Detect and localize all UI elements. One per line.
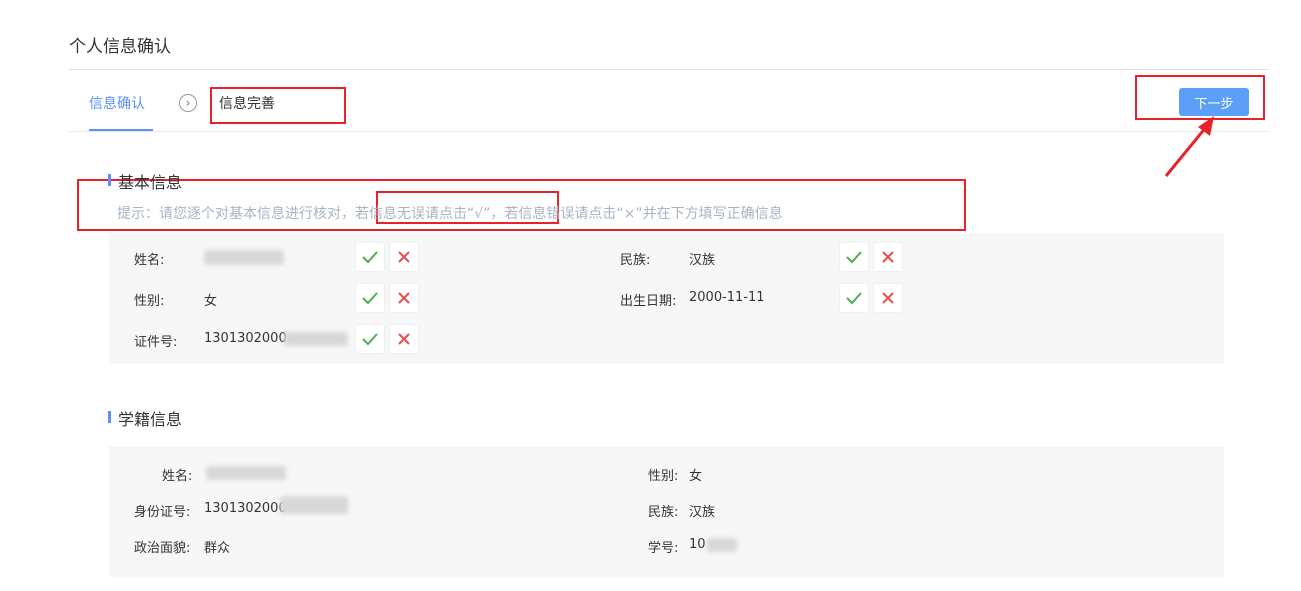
annotation-arrow	[1164, 116, 1214, 177]
reject-name-button[interactable]	[390, 243, 418, 271]
chevron-right-icon: ›	[179, 94, 197, 112]
hint-text: 提示：请您逐个对基本信息进行核对，若信息无误请点击“√”，若信息错误请点击“×”…	[117, 206, 783, 222]
confirm-name-button[interactable]	[356, 243, 384, 271]
school-value-id-number: 1301302000	[204, 501, 287, 516]
check-icon	[362, 333, 378, 346]
reject-birthdate-button[interactable]	[874, 284, 902, 312]
id-number-redacted	[284, 332, 348, 346]
check-icon	[846, 292, 862, 305]
field-value-gender: 女	[204, 294, 218, 309]
confirm-gender-button[interactable]	[356, 284, 384, 312]
school-info-title: 学籍信息	[118, 410, 183, 429]
reject-gender-button[interactable]	[390, 284, 418, 312]
school-name-redacted	[206, 466, 286, 480]
annotation-box-tab	[210, 87, 346, 124]
school-label-id-number: 身份证号:	[134, 505, 191, 520]
school-value-student-number: 10	[689, 537, 706, 552]
tabs-divider	[69, 131, 1269, 132]
tab-info-confirm[interactable]: 信息确认	[89, 93, 145, 113]
school-value-gender: 女	[689, 469, 703, 484]
reject-id-button[interactable]	[390, 325, 418, 353]
school-label-student-number: 学号:	[648, 541, 679, 556]
school-label-ethnicity: 民族:	[648, 505, 679, 520]
section-marker	[108, 174, 111, 186]
school-value-ethnicity: 汉族	[689, 505, 716, 520]
reject-ethnicity-button[interactable]	[874, 243, 902, 271]
school-label-political-status: 政治面貌:	[134, 541, 191, 556]
school-label-name: 姓名:	[162, 469, 193, 484]
title-divider	[69, 69, 1269, 70]
close-icon	[882, 292, 894, 304]
school-value-political-status: 群众	[204, 541, 231, 556]
confirm-birthdate-button[interactable]	[840, 284, 868, 312]
close-icon	[398, 292, 410, 304]
section-marker	[108, 411, 111, 423]
field-value-ethnicity: 汉族	[689, 253, 716, 268]
school-label-gender: 性别:	[648, 469, 679, 484]
student-number-redacted	[707, 538, 737, 552]
check-icon	[362, 251, 378, 264]
close-icon	[398, 333, 410, 345]
confirm-ethnicity-button[interactable]	[840, 243, 868, 271]
basic-info-title: 基本信息	[118, 173, 183, 192]
field-value-birthdate: 2000-11-11	[689, 290, 765, 305]
field-label-birthdate: 出生日期:	[620, 294, 677, 309]
school-id-redacted	[280, 496, 348, 514]
close-icon	[882, 251, 894, 263]
check-icon	[362, 292, 378, 305]
name-value-redacted	[204, 250, 284, 265]
field-label-id-number: 证件号:	[134, 335, 178, 350]
check-icon	[846, 251, 862, 264]
close-icon	[398, 251, 410, 263]
field-label-name: 姓名:	[134, 253, 165, 268]
page-title: 个人信息确认	[69, 37, 171, 57]
field-value-id-number: 1301302000	[204, 331, 287, 346]
field-label-ethnicity: 民族:	[620, 253, 651, 268]
confirm-id-button[interactable]	[356, 325, 384, 353]
field-label-gender: 性别:	[134, 294, 165, 309]
